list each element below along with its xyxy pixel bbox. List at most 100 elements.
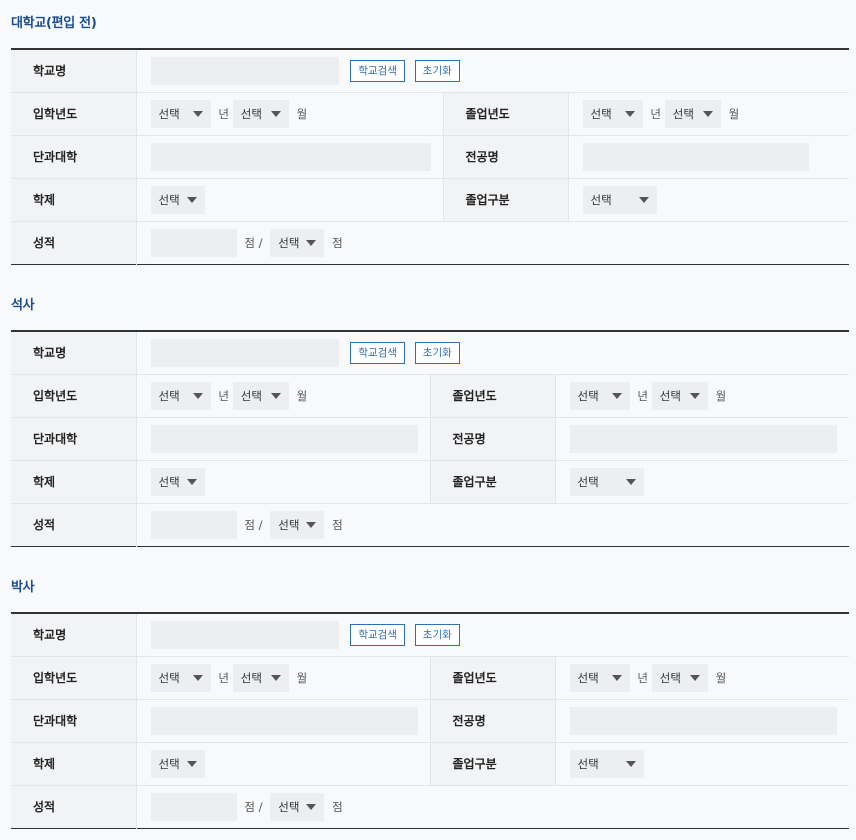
select-value: 선택 [278, 799, 300, 814]
label-grade: 성적 [11, 785, 137, 828]
year-unit: 년 [650, 106, 661, 121]
label-grade: 성적 [11, 503, 137, 546]
label-school: 학교명 [11, 49, 137, 93]
reset-button[interactable]: 초기화 [414, 623, 460, 646]
grad-month-select[interactable]: 선택 [651, 663, 708, 692]
chevron-down-icon [306, 239, 317, 246]
label-grad-year: 졸업년도 [429, 374, 556, 418]
select-value: 선택 [158, 474, 180, 489]
chevron-down-icon [306, 521, 317, 528]
select-value: 선택 [240, 388, 262, 403]
chevron-down-icon [689, 392, 700, 399]
year-unit: 년 [637, 670, 648, 685]
select-value: 선택 [590, 106, 612, 121]
college-input[interactable] [150, 142, 431, 171]
section-title: 대학교(편입 전) [11, 16, 97, 31]
school-search-button[interactable]: 학교검색 [350, 623, 405, 646]
label-grad-type: 졸업구분 [442, 178, 569, 222]
reset-button[interactable]: 초기화 [414, 341, 460, 364]
grade-input[interactable] [150, 510, 237, 539]
select-value: 선택 [577, 474, 599, 489]
select-value: 선택 [659, 388, 681, 403]
chevron-down-icon [186, 196, 197, 203]
label-major: 전공명 [429, 417, 556, 461]
label-school: 학교명 [11, 331, 137, 375]
school-name-input[interactable] [150, 56, 339, 85]
select-value: 선택 [158, 388, 180, 403]
college-input[interactable] [150, 706, 418, 735]
entry-month-select[interactable]: 선택 [232, 99, 289, 128]
section-title: 석사 [11, 298, 35, 313]
select-value: 선택 [240, 670, 262, 685]
entry-year-select[interactable]: 선택 [150, 663, 211, 692]
major-input[interactable] [569, 706, 837, 735]
grade-input[interactable] [150, 228, 237, 257]
chevron-down-icon [625, 760, 636, 767]
point-unit: 점 / [244, 235, 263, 250]
school-name-input[interactable] [150, 338, 339, 367]
label-school: 학교명 [11, 613, 137, 657]
major-input[interactable] [569, 424, 837, 453]
chevron-down-icon [306, 803, 317, 810]
select-value: 선택 [158, 756, 180, 771]
grad-year-select[interactable]: 선택 [582, 99, 643, 128]
month-unit: 월 [296, 106, 308, 121]
grade-input[interactable] [150, 792, 237, 821]
grade-scale-select[interactable]: 선택 [270, 510, 325, 539]
point-unit: 점 / [244, 799, 263, 814]
label-grad-type: 졸업구분 [429, 742, 556, 786]
chevron-down-icon [192, 674, 203, 681]
school-search-button[interactable]: 학교검색 [350, 341, 405, 364]
school-name-input[interactable] [150, 620, 339, 649]
grad-year-select[interactable]: 선택 [569, 663, 630, 692]
chevron-down-icon [192, 110, 203, 117]
entry-year-select[interactable]: 선택 [150, 99, 211, 128]
college-input[interactable] [150, 424, 418, 453]
chevron-down-icon [270, 392, 281, 399]
label-grad-year: 졸업년도 [442, 92, 569, 136]
select-value: 선택 [278, 235, 300, 250]
entry-year-select[interactable]: 선택 [150, 381, 211, 410]
year-unit: 년 [637, 388, 648, 403]
select-value: 선택 [590, 192, 612, 207]
chevron-down-icon [624, 110, 635, 117]
system-select[interactable]: 선택 [150, 749, 205, 778]
select-value: 선택 [240, 106, 262, 121]
reset-button[interactable]: 초기화 [414, 59, 460, 82]
chevron-down-icon [186, 478, 197, 485]
label-grad-year: 졸업년도 [429, 656, 556, 700]
entry-month-select[interactable]: 선택 [232, 663, 289, 692]
grade-scale-select[interactable]: 선택 [270, 228, 325, 257]
school-search-button[interactable]: 학교검색 [350, 59, 405, 82]
grad-month-select[interactable]: 선택 [664, 99, 721, 128]
system-select[interactable]: 선택 [150, 185, 205, 214]
system-select[interactable]: 선택 [150, 467, 205, 496]
chevron-down-icon [638, 196, 649, 203]
label-major: 전공명 [442, 135, 569, 179]
month-unit: 월 [715, 670, 727, 685]
entry-month-select[interactable]: 선택 [232, 381, 289, 410]
select-value: 선택 [577, 756, 599, 771]
grad-month-select[interactable]: 선택 [651, 381, 708, 410]
label-grade: 성적 [11, 221, 137, 264]
education-form-table: 학교명 학교검색 초기화 입학년도 선택 년 선택 월 졸업년도 선택 년 선택… [11, 48, 850, 265]
grad-year-select[interactable]: 선택 [569, 381, 630, 410]
select-value: 선택 [158, 670, 180, 685]
grad-type-select[interactable]: 선택 [569, 749, 644, 778]
year-unit: 년 [218, 670, 229, 685]
chevron-down-icon [192, 392, 203, 399]
grad-type-select[interactable]: 선택 [582, 185, 657, 214]
label-college: 단과대학 [11, 135, 137, 179]
chevron-down-icon [611, 392, 622, 399]
select-value: 선택 [577, 670, 599, 685]
label-grad-type: 졸업구분 [429, 460, 556, 504]
chevron-down-icon [611, 674, 622, 681]
grade-scale-select[interactable]: 선택 [270, 792, 325, 821]
grad-type-select[interactable]: 선택 [569, 467, 644, 496]
year-unit: 년 [218, 106, 229, 121]
chevron-down-icon [186, 760, 197, 767]
month-unit: 월 [296, 670, 308, 685]
major-input[interactable] [582, 142, 809, 171]
point-unit: 점 [332, 799, 343, 814]
month-unit: 월 [715, 388, 727, 403]
